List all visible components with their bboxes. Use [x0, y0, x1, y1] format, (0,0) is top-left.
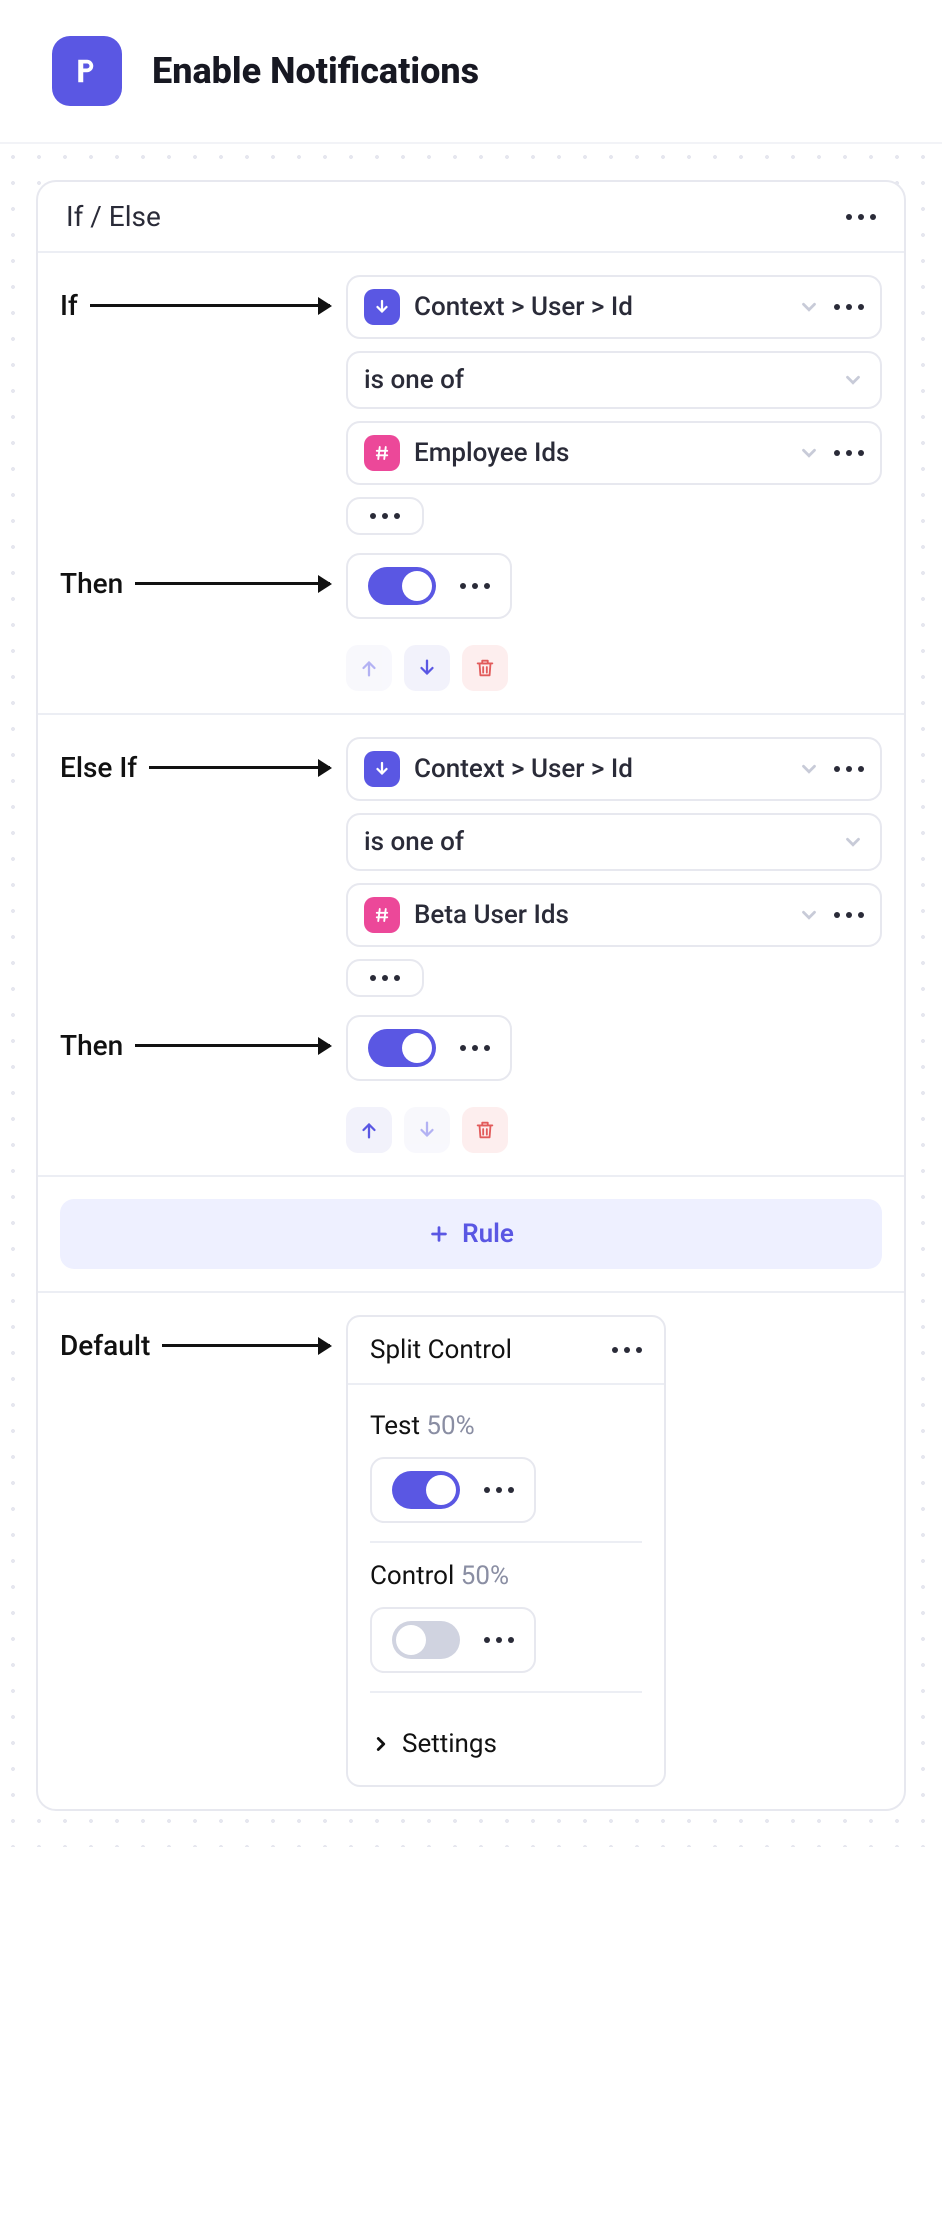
if-label-arrow: If [60, 275, 330, 322]
attribute-selector[interactable]: Context > User > Id [346, 737, 882, 801]
plus-icon [428, 1223, 450, 1245]
card-title: If / Else [66, 200, 161, 233]
add-condition-button[interactable] [346, 497, 424, 535]
then-label: Then [60, 567, 123, 600]
move-down-button[interactable] [404, 645, 450, 691]
operator-selector[interactable]: is one of [346, 351, 882, 409]
hash-icon [364, 897, 400, 933]
then-label: Then [60, 1029, 123, 1062]
split-settings-button[interactable]: Settings [370, 1711, 642, 1759]
rule-actions [346, 1107, 882, 1153]
value-menu-button[interactable] [834, 450, 864, 456]
rule-block: If Context > User > Id is [38, 253, 904, 715]
split-group-value-container [370, 1607, 536, 1673]
then-toggle[interactable] [368, 567, 436, 605]
rule-block: Else If Context > User > Id is one of [38, 715, 904, 1177]
add-rule-section: Rule [38, 1177, 904, 1293]
then-menu-button[interactable] [460, 1045, 490, 1051]
split-group-toggle[interactable] [392, 1621, 460, 1659]
split-group-name: Test [370, 1411, 420, 1441]
operator-selector[interactable]: is one of [346, 813, 882, 871]
add-rule-label: Rule [462, 1219, 514, 1249]
attribute-text: Context > User > Id [414, 292, 784, 322]
add-condition-button[interactable] [346, 959, 424, 997]
default-label: Default [60, 1329, 150, 1362]
rule-card: If / Else If Context > User > Id [36, 180, 906, 1811]
elseif-label: Else If [60, 751, 137, 784]
split-group-value-container [370, 1457, 536, 1523]
card-header: If / Else [38, 182, 904, 253]
move-up-button[interactable] [346, 1107, 392, 1153]
then-value-container [346, 1015, 512, 1081]
split-group: Test 50% [370, 1405, 642, 1543]
elseif-label-arrow: Else If [60, 737, 330, 784]
operator-text: is one of [364, 827, 828, 857]
chevron-right-icon [370, 1733, 392, 1755]
default-label-arrow: Default [60, 1315, 330, 1362]
split-header: Split Control [348, 1317, 664, 1385]
canvas: If / Else If Context > User > Id [0, 144, 942, 1847]
then-label-arrow: Then [60, 1015, 330, 1062]
split-group: Control 50% [370, 1543, 642, 1693]
delete-rule-button[interactable] [462, 645, 508, 691]
split-settings-label: Settings [402, 1729, 497, 1759]
page-header: Enable Notifications [0, 0, 942, 144]
operator-text: is one of [364, 365, 828, 395]
chevron-down-icon [798, 296, 820, 318]
split-settings-item: Settings [370, 1693, 642, 1765]
split-control-panel: Split Control Test 50% [346, 1315, 666, 1787]
delete-rule-button[interactable] [462, 1107, 508, 1153]
attribute-menu-button[interactable] [834, 304, 864, 310]
page-title: Enable Notifications [152, 50, 479, 92]
split-group-percent: 50% [426, 1411, 474, 1441]
card-menu-button[interactable] [846, 214, 876, 220]
chevron-down-icon [798, 758, 820, 780]
app-icon [52, 36, 122, 106]
hash-icon [364, 435, 400, 471]
then-menu-button[interactable] [460, 583, 490, 589]
split-group-toggle[interactable] [392, 1471, 460, 1509]
chevron-down-icon [798, 442, 820, 464]
split-title: Split Control [370, 1335, 512, 1365]
value-text: Beta User Ids [414, 900, 784, 930]
then-label-arrow: Then [60, 553, 330, 600]
attribute-selector[interactable]: Context > User > Id [346, 275, 882, 339]
attribute-menu-button[interactable] [834, 766, 864, 772]
move-down-button [404, 1107, 450, 1153]
chevron-down-icon [842, 369, 864, 391]
value-selector[interactable]: Beta User Ids [346, 883, 882, 947]
then-value-container [346, 553, 512, 619]
then-toggle[interactable] [368, 1029, 436, 1067]
value-selector[interactable]: Employee Ids [346, 421, 882, 485]
split-group-name: Control [370, 1561, 454, 1591]
split-group-menu-button[interactable] [484, 1487, 514, 1493]
arrow-down-circle-icon [364, 289, 400, 325]
chevron-down-icon [798, 904, 820, 926]
add-rule-button[interactable]: Rule [60, 1199, 882, 1269]
split-group-menu-button[interactable] [484, 1637, 514, 1643]
rule-actions [346, 645, 882, 691]
if-label: If [60, 289, 78, 322]
chevron-down-icon [842, 831, 864, 853]
move-up-button [346, 645, 392, 691]
arrow-down-circle-icon [364, 751, 400, 787]
attribute-text: Context > User > Id [414, 754, 784, 784]
value-text: Employee Ids [414, 438, 784, 468]
value-menu-button[interactable] [834, 912, 864, 918]
split-menu-button[interactable] [612, 1347, 642, 1353]
split-group-percent: 50% [461, 1561, 509, 1591]
default-block: Default Split Control Test [38, 1293, 904, 1809]
